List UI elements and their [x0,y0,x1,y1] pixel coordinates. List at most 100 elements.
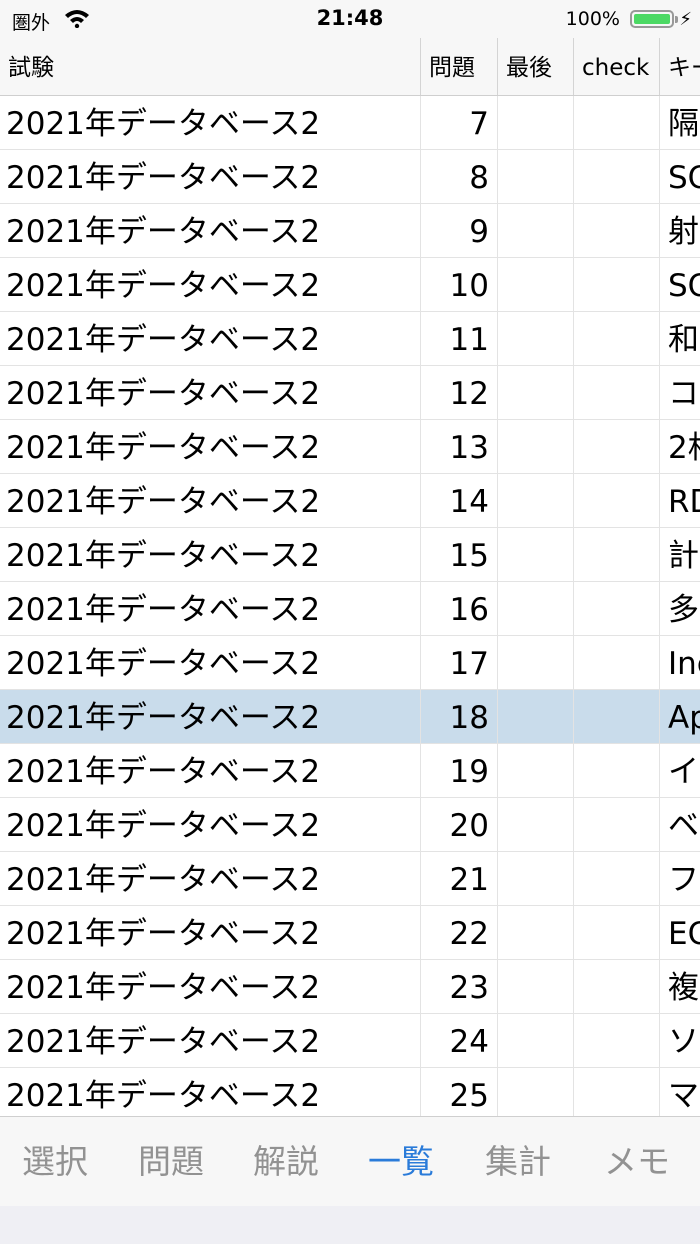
cell-key: 射 [668,214,699,250]
cell-last [498,474,574,527]
cell-last [498,690,574,743]
table-row[interactable]: 2021年データベース2 8 SC [0,150,700,204]
cell-check [574,1014,660,1067]
cell-question: 14 [421,474,498,527]
cell-question: 15 [421,528,498,581]
table-body[interactable]: 2021年データベース2 7 隔 2021年データベース2 8 SC 2021年データベース… [0,96,700,1116]
table-row[interactable]: 2021年データベース213 2相 [0,420,700,474]
cell-last [498,528,574,581]
tab-memo[interactable]: メモ [604,1135,670,1183]
table-row[interactable]: 2021年データベース2 9 射 [0,204,700,258]
cell-last [498,852,574,905]
cell-question: 24 [421,1014,498,1067]
column-header-last[interactable]: 最後 [498,38,574,95]
column-header-check[interactable]: check [574,38,660,95]
table-header: 試験 問題 最後 check キー [0,38,700,96]
cell-exam: 2021年データベース2 [0,528,421,581]
cell-last [498,96,574,149]
cell-key: コ [668,376,699,412]
tab-summary[interactable]: 集計 [485,1135,551,1183]
table-row[interactable]: 2021年データベース2 18 Ap [0,690,700,744]
cell-key: 2相 [668,430,700,466]
column-header-key[interactable]: キー [660,38,700,95]
table-row[interactable]: 2021年データベース2 20 ベ [0,798,700,852]
cell-key: EC [668,916,700,952]
cell-exam: 2021年データベース2 [0,636,421,689]
cell-last [498,1068,574,1116]
cell-exam: 2021年データベース2 [0,366,421,419]
cell-exam: 2021年データベース2 [0,204,421,257]
cell-exam: 2021年データベース2 [0,96,421,149]
battery-cap [675,16,678,23]
status-bar: 圏外 21:48 100% ⚡ [0,0,700,38]
cell-last [498,744,574,797]
cell-check [574,906,660,959]
table-row[interactable]: 2021年データベース2 23 複 [0,960,700,1014]
cell-exam: 2021年データベース2 [0,744,421,797]
tab-explanation[interactable]: 解説 [253,1135,319,1183]
cell-key: 和 [668,322,699,358]
cell-check [574,312,660,365]
cell-last [498,906,574,959]
cell-question: 11 [421,312,498,365]
cell-last [498,636,574,689]
table-row[interactable]: 2021年データベース217 Inc [0,636,700,690]
cell-last [498,150,574,203]
cell-exam: 2021年データベース2 [0,852,421,905]
cell-check [574,204,660,257]
cell-check [574,96,660,149]
cell-question: 22 [421,906,498,959]
cell-exam: 2021年データベース2 [0,1068,421,1116]
cell-last [498,258,574,311]
table-row[interactable]: 2021年データベース2 25 マ [0,1068,700,1116]
tab-question[interactable]: 問題 [138,1135,204,1183]
table-row[interactable]: 2021年データベース2 22 EC [0,906,700,960]
cell-check [574,690,660,743]
table-row[interactable]: 2021年データベース2 7 隔 [0,96,700,150]
column-header-exam[interactable]: 試験 [0,38,421,95]
cell-key: 隔 [668,106,699,142]
home-indicator-area [0,1206,700,1244]
cell-key: 複 [668,970,699,1006]
cell-question: 23 [421,960,498,1013]
table-row[interactable]: 2021年データベース2 15 計 [0,528,700,582]
cell-exam: 2021年データベース2 [0,312,421,365]
cell-exam: 2021年データベース2 [0,582,421,635]
cell-key: ベ [668,808,699,844]
battery-level [634,14,670,24]
charging-bolt-icon: ⚡ [679,9,692,30]
cell-exam: 2021年データベース2 [0,150,421,203]
cell-check [574,636,660,689]
cell-check [574,258,660,311]
cell-check [574,474,660,527]
cell-check [574,1068,660,1116]
cell-check [574,582,660,635]
cell-exam: 2021年データベース2 [0,474,421,527]
table-row[interactable]: 2021年データベース2 19 イ [0,744,700,798]
cell-check [574,528,660,581]
cell-key: ソ [668,1024,699,1060]
table-row[interactable]: 2021年データベース2 11 和 [0,312,700,366]
cell-question: 21 [421,852,498,905]
cell-last [498,366,574,419]
cell-question: 13 [421,420,498,473]
table-row[interactable]: 2021年データベース2 10 SC [0,258,700,312]
cell-check [574,960,660,1013]
table-row[interactable]: 2021年データベース2 24 ソ [0,1014,700,1068]
cell-exam: 2021年データベース2 [0,960,421,1013]
table-row[interactable]: 2021年データベース2 21 フ [0,852,700,906]
cell-question: 12 [421,366,498,419]
cell-key: RD [668,484,700,520]
cell-last [498,420,574,473]
cell-question: 25 [421,1068,498,1116]
cell-question: 10 [421,258,498,311]
cell-question: 16 [421,582,498,635]
tab-select[interactable]: 選択 [22,1135,88,1183]
table-row[interactable]: 2021年データベース2 16 多 [0,582,700,636]
column-header-question[interactable]: 問題 [421,38,498,95]
tab-list[interactable]: 一覧 [368,1135,434,1183]
cell-question: 18 [421,690,498,743]
battery-percent: 100% [565,8,620,30]
table-row[interactable]: 2021年データベース2 12 コ [0,366,700,420]
table-row[interactable]: 2021年データベース214 RD [0,474,700,528]
